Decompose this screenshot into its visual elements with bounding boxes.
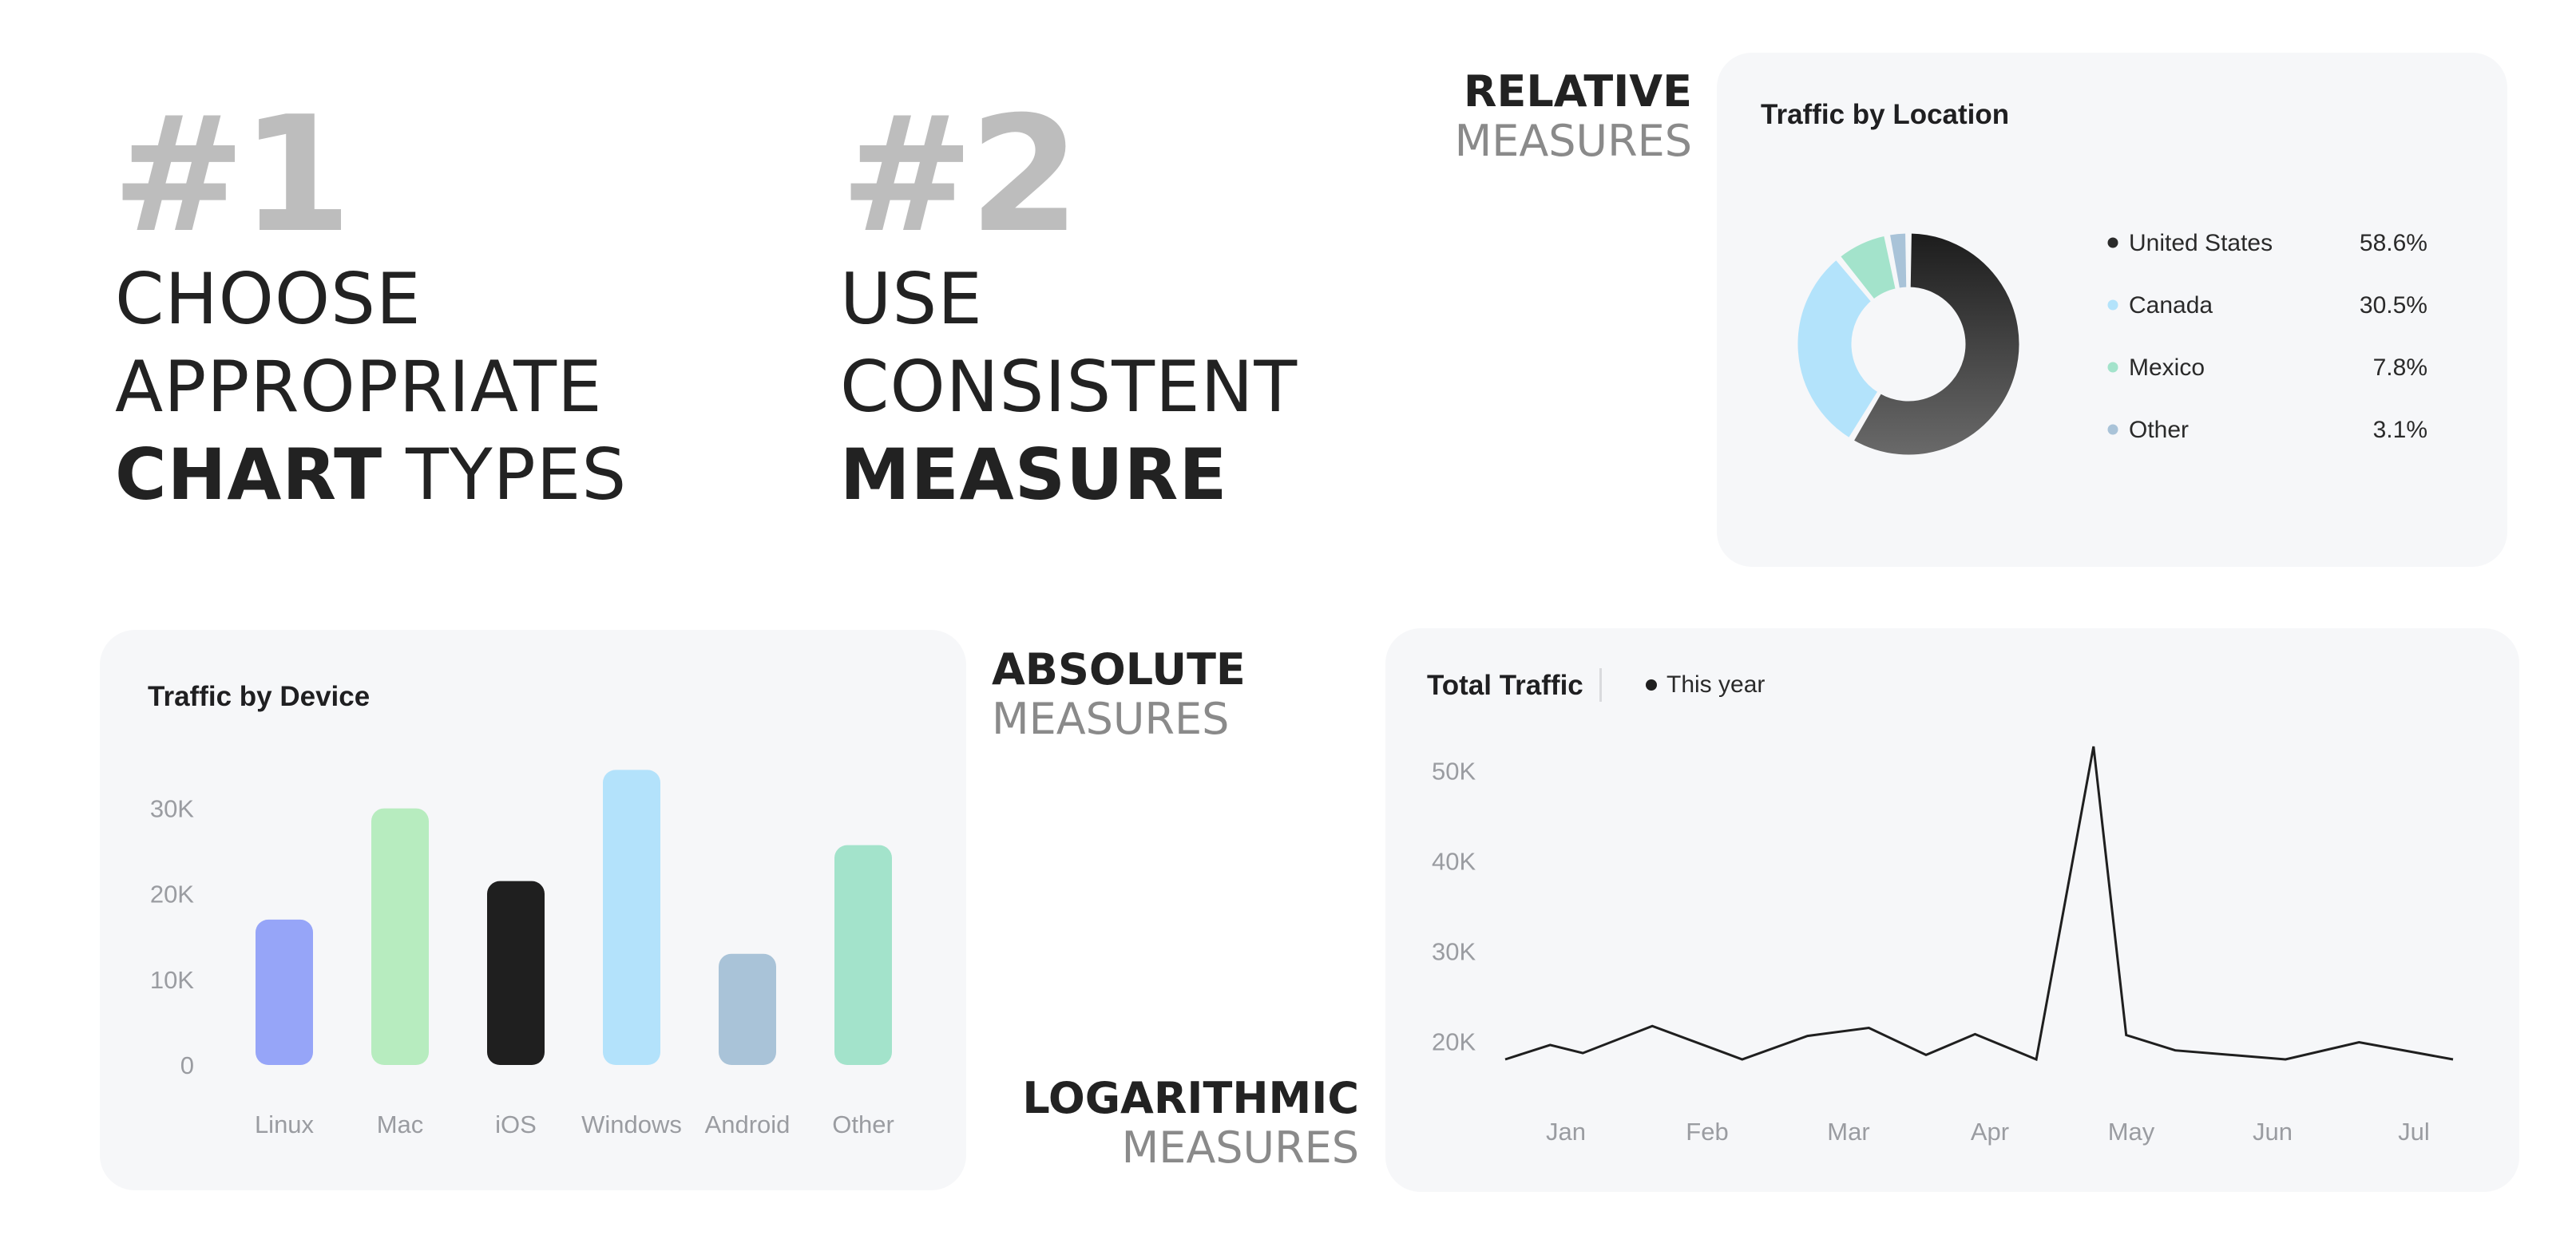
legend-dot (2107, 299, 2118, 311)
heading-line: CONSISTENT (840, 346, 1298, 428)
principle-2-number: #2 (840, 82, 1080, 268)
x-tick-label: Apr (1971, 1118, 2009, 1146)
legend-label: United States (2129, 230, 2273, 256)
label-light: MEASURES (1454, 116, 1692, 167)
x-tick-label: Other (832, 1110, 894, 1138)
label-strong: ABSOLUTE (992, 644, 1246, 695)
location-chart-card: Traffic by Location United States 58.6% Ca… (1717, 53, 2507, 567)
y-tick-label: 20K (1432, 1027, 1476, 1055)
bar (603, 770, 660, 1065)
x-tick-label: Mac (377, 1110, 424, 1138)
label-strong: LOGARITHMIC (1022, 1073, 1359, 1123)
x-tick-label: Windows (581, 1110, 682, 1138)
x-tick-label: Jan (1546, 1118, 1586, 1146)
legend-label: Canada (2129, 292, 2213, 319)
heading-line: APPROPRIATE (115, 346, 603, 428)
heading-emphasis: MEASURE (840, 433, 1228, 516)
relative-measures-label: RELATIVE MEASURES (1454, 66, 1692, 167)
x-tick-label: Jun (2253, 1118, 2293, 1146)
legend-dot (2107, 362, 2118, 373)
x-tick-label: Android (705, 1110, 791, 1138)
device-chart-card: Traffic by Device 0 10K 20K 30K Linux Mac iOS W… (100, 630, 966, 1190)
heading-line: CHART TYPES (115, 431, 627, 519)
principle-1-number: #1 (112, 82, 352, 268)
y-tick-label: 30K (1432, 937, 1476, 965)
heading-line: MEASURE (840, 431, 1298, 519)
legend-value: 30.5% (2360, 292, 2427, 319)
x-tick-label: Linux (255, 1110, 315, 1138)
total-traffic-card: Total Traffic This year 20K 30K 40K 50K Jan F… (1385, 628, 2519, 1192)
heading-rest: TYPES (382, 433, 628, 516)
logarithmic-measures-label: LOGARITHMIC MEASURES (1022, 1073, 1359, 1174)
legend-value: 3.1% (2373, 417, 2427, 443)
legend-dot (2107, 424, 2118, 435)
line-chart: 20K 30K 40K 50K Jan Feb Mar Apr May Jun Jul (1432, 746, 2454, 1146)
x-tick-label: Jul (2398, 1118, 2430, 1146)
y-tick-label: 50K (1432, 758, 1476, 786)
legend-label: Other (2129, 417, 2189, 443)
y-tick-label: 40K (1432, 847, 1476, 875)
legend-value: 7.8% (2373, 354, 2427, 381)
x-tick-label: Mar (1827, 1118, 1869, 1146)
x-tick-label: iOS (495, 1110, 537, 1138)
legend-value: 58.6% (2360, 230, 2427, 256)
absolute-measures-label: ABSOLUTE MEASURES (992, 644, 1246, 745)
series-line (1504, 746, 2454, 1062)
principle-1-heading: CHOOSE APPROPRIATE CHART TYPES (115, 255, 627, 519)
label-light: MEASURES (1121, 1122, 1359, 1174)
heading-line: USE (840, 258, 983, 340)
donut-chart: United States 58.6% Canada 30.5% Mexico 7.8% O… (1795, 230, 2427, 457)
y-tick-label: 30K (150, 795, 194, 823)
legend-label: Mexico (2129, 354, 2205, 381)
y-tick-label: 20K (150, 881, 194, 909)
label-strong: RELATIVE (1463, 66, 1692, 117)
heading-emphasis: CHART (115, 433, 383, 516)
x-tick-label: May (2108, 1118, 2155, 1146)
y-tick-label: 0 (180, 1051, 194, 1079)
x-tick-label: Feb (1686, 1118, 1728, 1146)
bar (834, 845, 892, 1065)
bar (371, 808, 429, 1065)
heading-line: CHOOSE (115, 258, 422, 340)
label-light: MEASURES (992, 694, 1230, 745)
bar (719, 953, 776, 1065)
bar-chart: 0 10K 20K 30K Linux Mac iOS Windows Android Other (150, 770, 894, 1138)
y-tick-label: 10K (150, 966, 194, 994)
bar (487, 881, 545, 1065)
legend-dot (2107, 237, 2118, 248)
principle-2-heading: USE CONSISTENT MEASURE (840, 255, 1298, 519)
bar (256, 919, 313, 1065)
